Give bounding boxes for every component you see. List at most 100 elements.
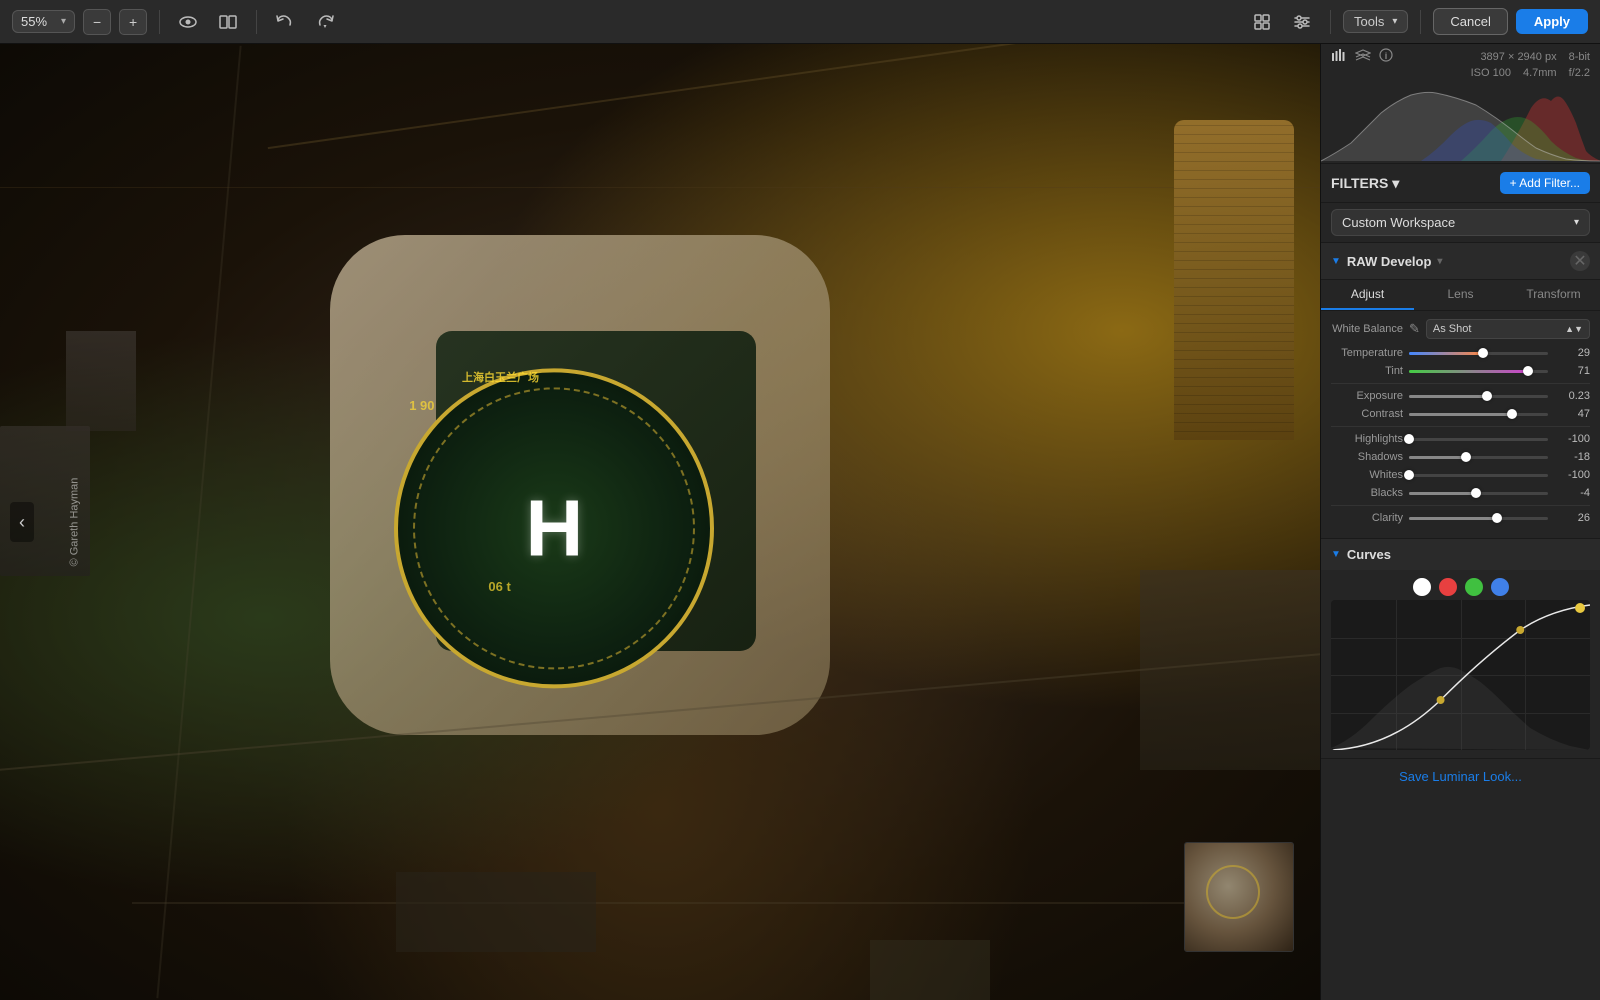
channel-green-dot[interactable]	[1465, 578, 1483, 596]
save-look-button[interactable]: Save Luminar Look...	[1321, 758, 1600, 794]
shadows-slider[interactable]	[1409, 456, 1548, 459]
blacks-thumb[interactable]	[1471, 488, 1481, 498]
tools-chevron-icon: ▾	[1392, 16, 1397, 27]
layers-icon[interactable]	[1355, 48, 1371, 65]
tab-lens[interactable]: Lens	[1414, 280, 1507, 310]
add-filter-button[interactable]: + Add Filter...	[1500, 172, 1590, 194]
workspace-dropdown[interactable]: Custom Workspace ▾	[1331, 209, 1590, 236]
cancel-button[interactable]: Cancel	[1433, 8, 1507, 35]
raw-develop-close-button[interactable]: ✕	[1570, 251, 1590, 271]
channel-red-dot[interactable]	[1439, 578, 1457, 596]
apply-button[interactable]: Apply	[1516, 9, 1588, 34]
histogram-canvas	[1321, 83, 1600, 163]
grid-icon[interactable]	[1246, 6, 1278, 38]
highlights-thumb[interactable]	[1404, 434, 1414, 444]
image-canvas: H 上海白玉兰广场 1 90 06 t	[0, 44, 1320, 1000]
tint-thumb[interactable]	[1523, 366, 1533, 376]
tint-value: 71	[1554, 365, 1590, 377]
undo-icon[interactable]	[269, 6, 301, 38]
panel-icons: i	[1331, 48, 1393, 65]
workspace-chevron-icon: ▾	[1574, 217, 1579, 228]
white-balance-dropdown[interactable]: As Shot ▲▼	[1426, 319, 1590, 339]
info-icon[interactable]: i	[1379, 48, 1393, 65]
preview-icon[interactable]	[172, 6, 204, 38]
slider-divider-2	[1331, 426, 1590, 427]
toolbar-separator-3	[1330, 10, 1331, 34]
history-icon[interactable]: ▾	[309, 6, 341, 38]
blacks-row: Blacks -4	[1331, 487, 1590, 499]
curves-header[interactable]: ▼ Curves	[1321, 539, 1600, 570]
histogram-icon[interactable]	[1331, 48, 1347, 65]
tab-transform[interactable]: Transform	[1507, 280, 1600, 310]
channel-blue-dot[interactable]	[1491, 578, 1509, 596]
workspace-selector: Custom Workspace ▾	[1321, 203, 1600, 243]
eyedropper-icon[interactable]: ✎	[1409, 321, 1420, 337]
bit-depth: 8-bit	[1569, 51, 1590, 63]
whites-slider[interactable]	[1409, 474, 1548, 477]
contrast-thumb[interactable]	[1507, 409, 1517, 419]
filters-chevron-icon: ▾	[1392, 175, 1399, 192]
main-content: H 上海白玉兰广场 1 90 06 t	[0, 44, 1600, 1000]
split-view-icon[interactable]	[212, 6, 244, 38]
wb-dropdown-arrow-icon: ▲▼	[1565, 324, 1583, 334]
right-panel: i 3897 × 2940 px 8-bit ISO 100 4.7mm f/2…	[1320, 44, 1600, 1000]
workspace-value: Custom Workspace	[1342, 215, 1455, 230]
contrast-slider[interactable]	[1409, 413, 1548, 416]
image-metadata: 3897 × 2940 px 8-bit	[1480, 51, 1590, 63]
exposure-slider[interactable]	[1409, 395, 1548, 398]
tint-row: Tint 71	[1331, 365, 1590, 377]
shadows-thumb[interactable]	[1461, 452, 1471, 462]
iso-value: ISO 100	[1471, 67, 1511, 79]
white-balance-value: As Shot	[1433, 323, 1472, 335]
canvas-area: H 上海白玉兰广场 1 90 06 t	[0, 44, 1320, 1000]
curves-section: ▼ Curves	[1321, 538, 1600, 794]
zoom-control[interactable]: 55% ▾	[12, 10, 75, 33]
temperature-slider[interactable]	[1409, 352, 1548, 355]
curve-endpoint	[1575, 603, 1585, 613]
raw-develop-header[interactable]: ▼ RAW Develop ▾ ✕	[1321, 243, 1600, 280]
filters-title[interactable]: FILTERS ▾	[1331, 175, 1399, 192]
aperture: f/2.2	[1569, 67, 1590, 79]
slider-divider-1	[1331, 383, 1590, 384]
helipad-h-symbol: H	[526, 482, 584, 574]
tint-slider[interactable]	[1409, 370, 1548, 373]
settings-icon[interactable]	[1286, 6, 1318, 38]
slider-divider-3	[1331, 505, 1590, 506]
tools-dropdown[interactable]: Tools ▾	[1343, 10, 1408, 33]
zoom-out-button[interactable]: −	[83, 9, 111, 35]
focal-length: 4.7mm	[1523, 67, 1557, 79]
image-dimensions: 3897 × 2940 px	[1480, 51, 1556, 63]
shadows-row: Shadows -18	[1331, 451, 1590, 463]
clarity-thumb[interactable]	[1492, 513, 1502, 523]
svg-text:▾: ▾	[324, 24, 327, 30]
filters-header: FILTERS ▾ + Add Filter...	[1321, 164, 1600, 203]
clarity-slider[interactable]	[1409, 517, 1548, 520]
tools-label: Tools	[1354, 14, 1384, 29]
tab-adjust[interactable]: Adjust	[1321, 280, 1414, 310]
clarity-label: Clarity	[1331, 512, 1403, 524]
histogram-section: i 3897 × 2940 px 8-bit ISO 100 4.7mm f/2…	[1321, 44, 1600, 164]
exposure-thumb[interactable]	[1482, 391, 1492, 401]
highlights-label: Highlights	[1331, 433, 1403, 445]
city-scene: H 上海白玉兰广场 1 90 06 t	[0, 44, 1320, 1000]
raw-develop-chevron-icon: ▾	[1437, 256, 1442, 267]
temperature-thumb[interactable]	[1478, 348, 1488, 358]
highlights-value: -100	[1554, 433, 1590, 445]
shadows-value: -18	[1554, 451, 1590, 463]
panel-scroll[interactable]: ▼ RAW Develop ▾ ✕ Adjust Lens Transform …	[1321, 243, 1600, 1000]
highlights-slider[interactable]	[1409, 438, 1548, 441]
curve-control-1	[1437, 696, 1445, 704]
curves-graph[interactable]	[1331, 600, 1590, 750]
white-balance-label: White Balance	[1331, 323, 1403, 335]
blacks-value: -4	[1554, 487, 1590, 499]
toolbar-separator-2	[256, 10, 257, 34]
exposure-label: Exposure	[1331, 390, 1403, 402]
channel-white-dot[interactable]	[1413, 578, 1431, 596]
nav-prev-button[interactable]: ‹	[10, 502, 34, 542]
blacks-slider[interactable]	[1409, 492, 1548, 495]
exposure-row: Exposure 0.23	[1331, 390, 1590, 402]
curves-collapse-icon: ▼	[1331, 549, 1341, 560]
whites-thumb[interactable]	[1404, 470, 1414, 480]
zoom-in-button[interactable]: +	[119, 9, 147, 35]
curve-control-2	[1516, 626, 1524, 634]
